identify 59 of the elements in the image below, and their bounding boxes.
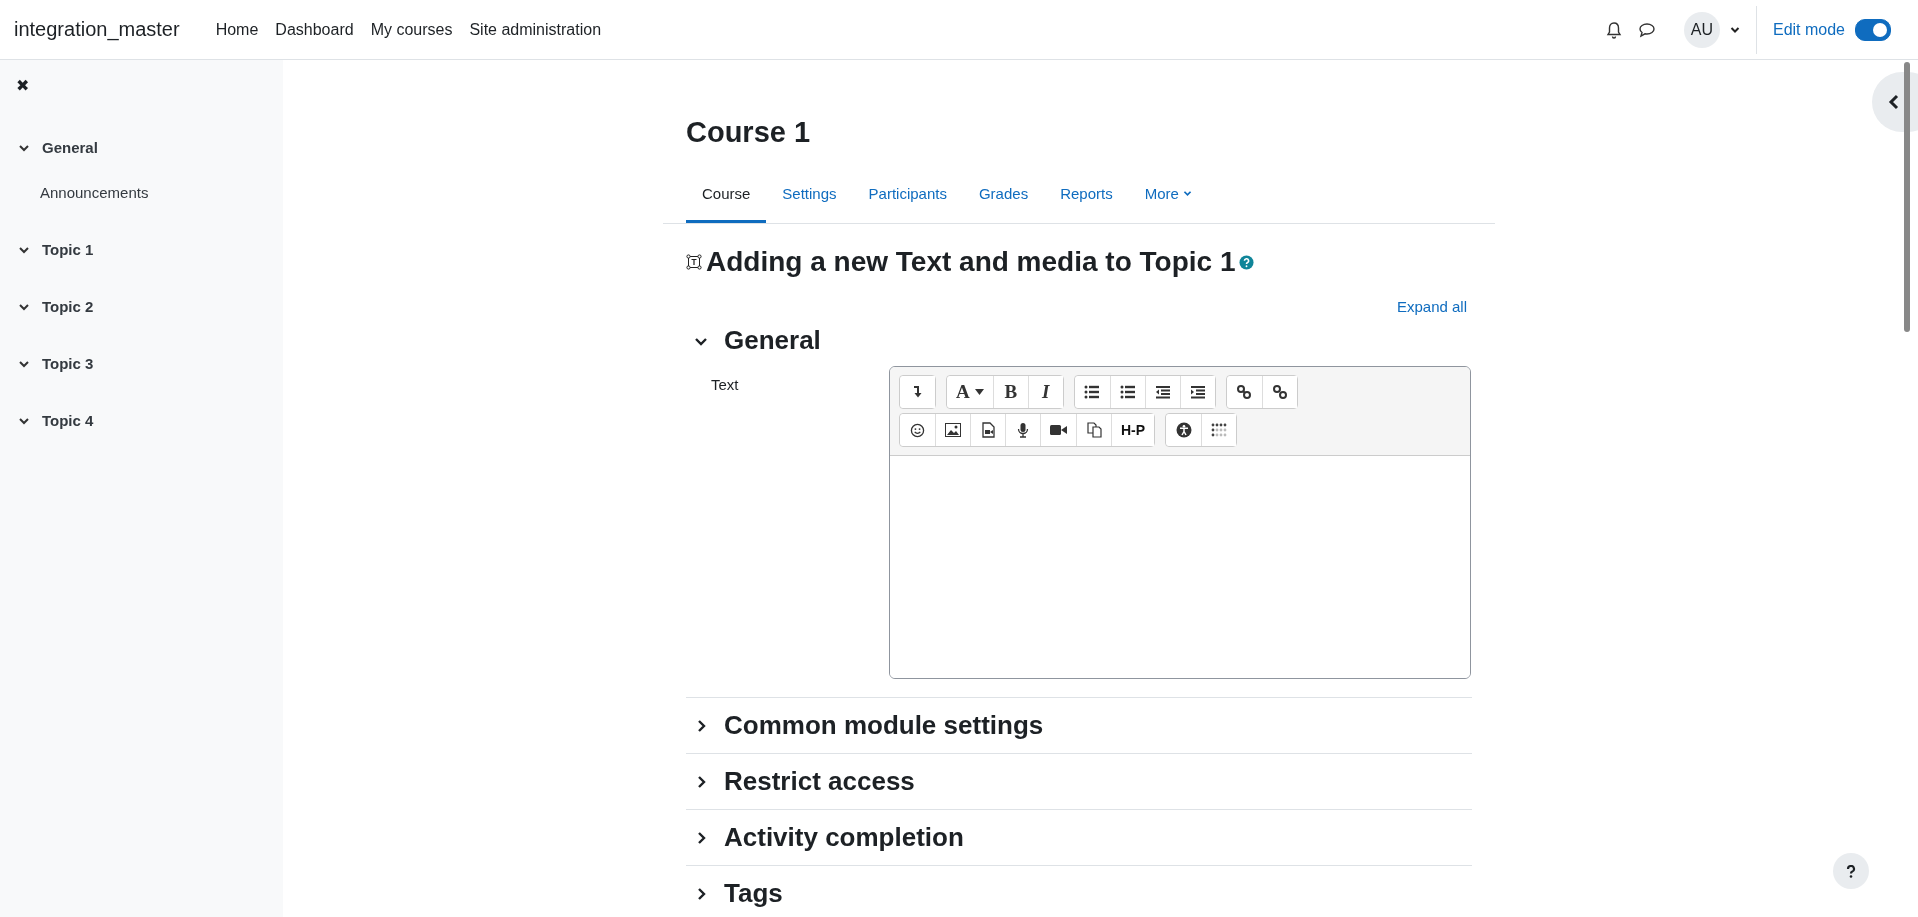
caret-icon[interactable] xyxy=(974,389,984,395)
indent-button[interactable] xyxy=(1179,376,1215,408)
unlink-button[interactable] xyxy=(1261,376,1297,408)
image-icon[interactable] xyxy=(945,423,961,437)
nav-link[interactable]: Home xyxy=(215,20,259,39)
question-mark-icon[interactable] xyxy=(1846,864,1856,878)
sidebar-item[interactable]: Announcements xyxy=(16,156,283,201)
scrollbar[interactable] xyxy=(1904,62,1910,332)
video-camera-icon[interactable] xyxy=(1050,424,1067,436)
expand-all-link[interactable]: Expand all xyxy=(1396,298,1467,315)
nav-tab[interactable]: More xyxy=(1128,169,1208,223)
nav-tab[interactable]: Reports xyxy=(1044,169,1129,223)
documents-icon[interactable] xyxy=(1086,422,1102,438)
format-button[interactable]: H-P xyxy=(1111,414,1155,446)
form-section-header[interactable]: Restrict access xyxy=(686,766,1472,797)
help-icon[interactable] xyxy=(1239,254,1255,270)
page-heading: Adding a new Text and media to Topic 1 xyxy=(706,246,1236,278)
arrow-icon[interactable] xyxy=(911,385,924,399)
accessibility-icon[interactable] xyxy=(1175,422,1192,438)
nav-tab[interactable]: Settings xyxy=(766,169,853,223)
file-icon[interactable] xyxy=(981,422,995,438)
collapse-button[interactable] xyxy=(900,376,935,408)
edit-mode-switch[interactable] xyxy=(1855,18,1891,41)
course-title: Course 1 xyxy=(686,116,812,149)
sidebar-section[interactable]: General xyxy=(16,139,283,156)
help-button[interactable] xyxy=(1833,853,1869,889)
format-button[interactable]: I xyxy=(1027,376,1063,408)
caret-icon[interactable] xyxy=(1729,25,1740,34)
close-button[interactable]: ✖ xyxy=(16,76,29,95)
braille-button[interactable] xyxy=(1201,414,1237,446)
chevron-icon[interactable] xyxy=(1888,94,1900,110)
speech-bubble-icon[interactable] xyxy=(1637,21,1656,38)
field-label: Text xyxy=(710,375,740,395)
site-name[interactable]: integration_master xyxy=(14,18,180,41)
nav-tab[interactable]: Participants xyxy=(852,169,963,223)
smiley-icon[interactable] xyxy=(910,422,925,438)
form-section-header[interactable]: Activity completion xyxy=(686,822,1472,853)
indent-icon[interactable] xyxy=(1189,385,1206,399)
sidebar-section[interactable]: Topic 1 xyxy=(16,241,283,258)
sidebar-section[interactable]: Topic 3 xyxy=(16,355,283,372)
form-section-header[interactable]: Tags xyxy=(686,878,1472,909)
microphone-icon[interactable] xyxy=(1017,422,1029,438)
bell-icon[interactable] xyxy=(1605,20,1622,39)
link-icon[interactable] xyxy=(1236,384,1253,400)
user-avatar[interactable]: AU xyxy=(1683,11,1720,48)
nav-tab[interactable]: Course xyxy=(686,169,767,223)
sidebar-section[interactable]: Topic 2 xyxy=(16,298,283,315)
form-section-header[interactable]: General xyxy=(686,325,1472,356)
form-section-header[interactable]: Common module settings xyxy=(686,710,1472,741)
nav-link[interactable]: My courses xyxy=(370,20,453,39)
nav-link[interactable]: Site administration xyxy=(469,20,602,39)
bulleted-list-icon[interactable] xyxy=(1084,385,1101,399)
nav-link[interactable]: Dashboard xyxy=(275,20,354,39)
edit-mode-label: Edit mode xyxy=(1772,20,1845,39)
dot-grid-icon[interactable] xyxy=(1211,423,1228,437)
text-module-icon xyxy=(686,254,702,270)
outdent-icon[interactable] xyxy=(1154,385,1171,399)
nav-tab[interactable]: Grades xyxy=(962,169,1045,223)
sidebar-section[interactable]: Topic 4 xyxy=(16,412,283,429)
